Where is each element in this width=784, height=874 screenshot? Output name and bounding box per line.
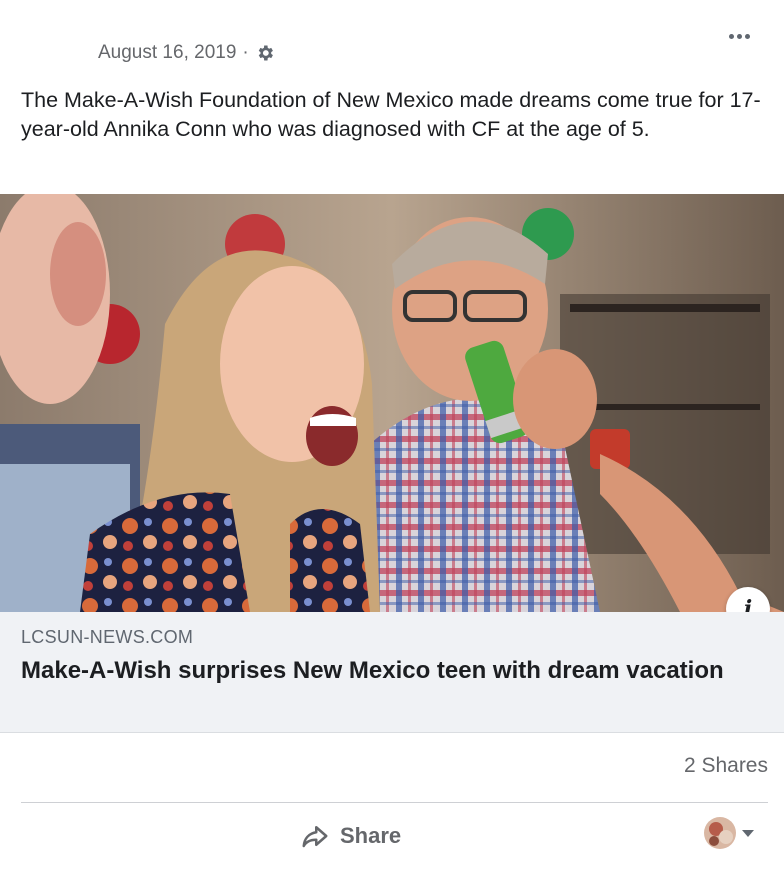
link-title[interactable]: Make-A-Wish surprises New Mexico teen wi… (21, 656, 761, 686)
audience-selector[interactable] (704, 817, 754, 849)
shares-count[interactable]: 2 Shares (684, 754, 768, 778)
share-arrow-icon (302, 826, 328, 848)
chevron-down-icon (742, 829, 754, 837)
avatar (704, 817, 736, 849)
post-caption: The Make-A-Wish Foundation of New Mexico… (21, 88, 761, 141)
more-options-icon-dot (736, 33, 742, 39)
post-meta: August 16, 2019 · (98, 42, 275, 64)
share-button[interactable]: Share (300, 816, 401, 856)
more-options-icon (728, 33, 734, 39)
more-options-button[interactable] (724, 24, 754, 48)
photo-illustration (0, 194, 784, 612)
meta-separator: · (242, 42, 249, 63)
gear-icon[interactable] (255, 43, 275, 63)
more-options-icon-dot (744, 33, 750, 39)
post-date[interactable]: August 16, 2019 (98, 42, 236, 64)
post-card: August 16, 2019 · The Make-A-Wish Founda… (0, 0, 784, 874)
divider (21, 802, 768, 803)
post-photo[interactable] (0, 194, 784, 612)
share-label: Share (340, 823, 402, 848)
link-domain: LCSUN-NEWS.COM (21, 627, 194, 647)
link-preview[interactable]: LCSUN-NEWS.COM Make-A-Wish surprises New… (0, 612, 784, 733)
